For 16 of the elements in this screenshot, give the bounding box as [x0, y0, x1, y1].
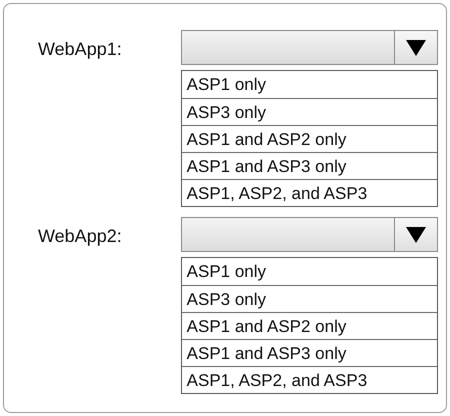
dropdown-label: WebApp2: [38, 225, 123, 248]
dropdown-option[interactable]: ASP1, ASP2, and ASP3 [182, 179, 437, 206]
dropdown-label: WebApp1: [38, 38, 123, 61]
dropdown-option[interactable]: ASP1 and ASP2 only [182, 125, 437, 152]
dropdown-option[interactable]: ASP1 only [182, 258, 437, 285]
dropdown-option[interactable]: ASP3 only [182, 98, 437, 125]
dropdown-option[interactable]: ASP1 only [182, 71, 437, 98]
dropdown-option[interactable]: ASP1, ASP2, and ASP3 [182, 366, 437, 393]
dropdown-arrow-button[interactable] [394, 31, 437, 64]
dropdown-option[interactable]: ASP1 and ASP3 only [182, 152, 437, 179]
dropdown-option[interactable]: ASP3 only [182, 285, 437, 312]
dropdown-arrow-button[interactable] [394, 218, 437, 251]
caret-icon [406, 226, 426, 242]
caret-icon [406, 40, 426, 56]
dropdown-option[interactable]: ASP1 and ASP2 only [182, 312, 437, 339]
dropdown-option[interactable]: ASP1 and ASP3 only [182, 339, 437, 366]
